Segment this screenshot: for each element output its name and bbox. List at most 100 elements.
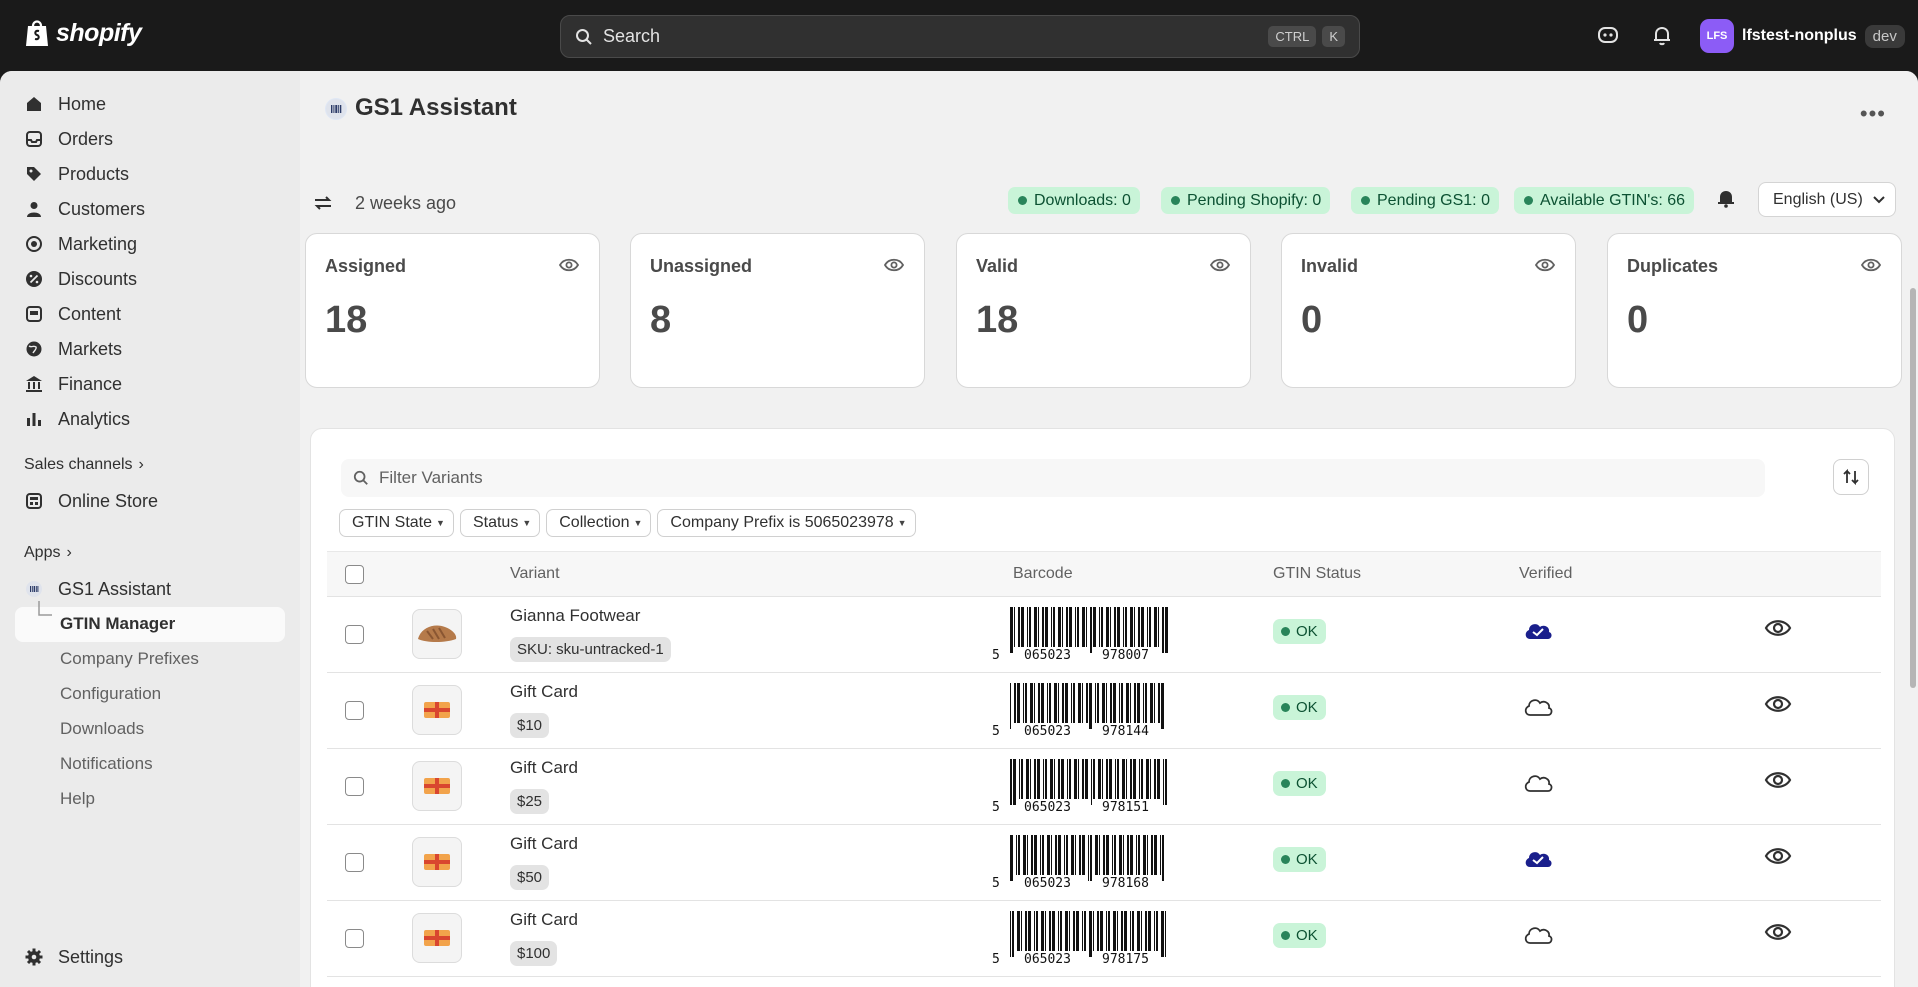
- variant-name[interactable]: Gift Card: [510, 758, 578, 778]
- variant-name[interactable]: Gift Card: [510, 910, 578, 930]
- barcode-digit-first: 5: [992, 876, 1000, 890]
- barcode-digits-left: 065023: [1024, 648, 1071, 662]
- view-eye-icon[interactable]: [1764, 615, 1792, 641]
- stat-label: Valid: [976, 256, 1019, 276]
- tree-connector-icon: [38, 601, 52, 616]
- filter-chip-company-prefix[interactable]: Company Prefix is 5065023978 ▼: [657, 509, 916, 537]
- sidebar-subitem-configuration[interactable]: Configuration: [60, 684, 161, 704]
- language-select[interactable]: English (US): [1758, 182, 1896, 217]
- gtin-status-label: OK: [1296, 699, 1318, 716]
- admin-shell: Home Orders Products Customers Marketing…: [0, 71, 1918, 987]
- verified-cloud-check-icon: [1525, 852, 1552, 867]
- view-eye-icon[interactable]: [1764, 919, 1792, 945]
- variant-tag: $10: [510, 713, 550, 738]
- sidebar-subitem-downloads[interactable]: Downloads: [60, 719, 144, 739]
- sidebar-item-orders[interactable]: Orders: [24, 124, 113, 154]
- pill-pending-shopify: Pending Shopify: 0: [1161, 187, 1331, 214]
- gtin-status-badge: OK: [1273, 771, 1326, 796]
- sidebar-item-content[interactable]: Content: [24, 299, 121, 329]
- variant-tag: $100: [510, 941, 558, 966]
- view-eye-icon[interactable]: [1764, 843, 1792, 869]
- sidebar-item-label: Content: [58, 303, 122, 324]
- verified-cloud-check-icon: [1525, 624, 1552, 639]
- variant-name[interactable]: Gift Card: [510, 682, 578, 702]
- table-row[interactable]: Gift Card $50 5 065023 978168 OK: [327, 825, 1881, 901]
- row-checkbox[interactable]: [345, 929, 364, 948]
- eye-icon[interactable]: [884, 256, 904, 274]
- sales-channels-heading[interactable]: Sales channels ›: [24, 456, 144, 474]
- table-row[interactable]: Gift Card $25 5 065023 978151 OK: [327, 749, 1881, 825]
- filter-chip-gtin-state[interactable]: GTIN State ▼: [339, 509, 454, 537]
- gs1-app-icon: [24, 579, 44, 599]
- eye-icon[interactable]: [559, 256, 579, 274]
- row-checkbox[interactable]: [345, 701, 364, 720]
- row-checkbox[interactable]: [345, 625, 364, 644]
- select-all-checkbox[interactable]: [345, 565, 364, 584]
- column-header-barcode: Barcode: [1013, 565, 1073, 582]
- sidebar-item-markets[interactable]: Markets: [24, 334, 122, 364]
- variant-tag: $50: [510, 865, 550, 890]
- sidebar-item-label: Marketing: [58, 233, 138, 254]
- gtin-status-label: OK: [1296, 851, 1318, 868]
- sidebar-item-discounts[interactable]: Discounts: [24, 264, 137, 294]
- sort-button[interactable]: [1833, 459, 1869, 495]
- sidebar-item-settings[interactable]: Settings: [24, 942, 123, 972]
- shopify-bag-icon: [26, 20, 48, 46]
- home-icon: [24, 94, 44, 114]
- notifications-bell-icon[interactable]: [1651, 24, 1673, 46]
- filter-chip-status[interactable]: Status ▼: [459, 509, 541, 537]
- sidebar-subitem-gtin-manager[interactable]: GTIN Manager: [60, 614, 175, 634]
- main-content: GS1 Assistant ••• 2 weeks ago Downloads:…: [300, 71, 1918, 987]
- gtin-status-label: OK: [1296, 775, 1318, 792]
- sidebar-item-gs1-assistant[interactable]: GS1 Assistant: [24, 574, 171, 604]
- more-actions-icon[interactable]: •••: [1860, 101, 1886, 127]
- scrollbar-thumb[interactable]: [1910, 288, 1916, 688]
- scrollbar[interactable]: [1908, 143, 1918, 987]
- barcode: 5 065023 978151: [992, 759, 1167, 814]
- eye-icon[interactable]: [1210, 256, 1230, 274]
- sidebar-item-marketing[interactable]: Marketing: [24, 229, 137, 259]
- barcode-digits-left: 065023: [1024, 876, 1071, 890]
- product-thumbnail: [412, 761, 462, 811]
- sidebar-subitem-help[interactable]: Help: [60, 789, 95, 809]
- eye-icon[interactable]: [1535, 256, 1555, 274]
- eye-icon[interactable]: [1861, 256, 1881, 274]
- variant-tag: $25: [510, 789, 550, 814]
- sidebar-subitem-notifications[interactable]: Notifications: [60, 754, 153, 774]
- apps-label: Apps: [24, 544, 61, 561]
- filter-variants-input[interactable]: Filter Variants: [341, 459, 1765, 497]
- stat-card-valid: Valid 18: [956, 233, 1251, 388]
- filter-chip-collection[interactable]: Collection ▼: [546, 509, 652, 537]
- sidebar-item-label: Orders: [58, 128, 114, 149]
- variant-name[interactable]: Gift Card: [510, 834, 578, 854]
- sidekick-icon[interactable]: [1597, 24, 1619, 46]
- product-thumbnail: [412, 609, 462, 659]
- sidebar-item-finance[interactable]: Finance: [24, 369, 122, 399]
- sidebar-item-home[interactable]: Home: [24, 89, 106, 119]
- product-thumbnail: [412, 685, 462, 735]
- sidebar-item-analytics[interactable]: Analytics: [24, 404, 130, 434]
- shopify-logo[interactable]: shopify: [24, 18, 142, 48]
- sidebar-item-online-store[interactable]: Online Store: [24, 486, 158, 516]
- variant-name[interactable]: Gianna Footwear: [510, 606, 640, 626]
- global-search[interactable]: Search CTRL K: [560, 15, 1360, 58]
- notifications-bell-icon[interactable]: [1715, 187, 1737, 209]
- table-row[interactable]: Gift Card $100 5 065023 978175 OK: [327, 901, 1881, 977]
- sidebar-item-customers[interactable]: Customers: [24, 194, 145, 224]
- table-row[interactable]: Gift Card $10 5 065023 978144 OK: [327, 673, 1881, 749]
- stat-value: 18: [325, 299, 368, 341]
- user-menu[interactable]: LFS lfstest-nonplus dev: [1700, 19, 1905, 53]
- env-badge: dev: [1864, 24, 1905, 48]
- apps-heading[interactable]: Apps ›: [24, 544, 72, 562]
- table-row[interactable]: Gianna Footwear SKU: sku-untracked-1 5 0…: [327, 597, 1881, 673]
- sidebar-item-label: Online Store: [58, 490, 159, 511]
- row-checkbox[interactable]: [345, 853, 364, 872]
- row-checkbox[interactable]: [345, 777, 364, 796]
- view-eye-icon[interactable]: [1764, 691, 1792, 717]
- sidebar-subitem-company-prefixes[interactable]: Company Prefixes: [60, 649, 199, 669]
- sidebar-item-products[interactable]: Products: [24, 159, 129, 189]
- sync-icon[interactable]: [312, 192, 334, 214]
- sidebar-item-label: Settings: [58, 946, 124, 967]
- barcode-digits-left: 065023: [1024, 952, 1071, 966]
- view-eye-icon[interactable]: [1764, 767, 1792, 793]
